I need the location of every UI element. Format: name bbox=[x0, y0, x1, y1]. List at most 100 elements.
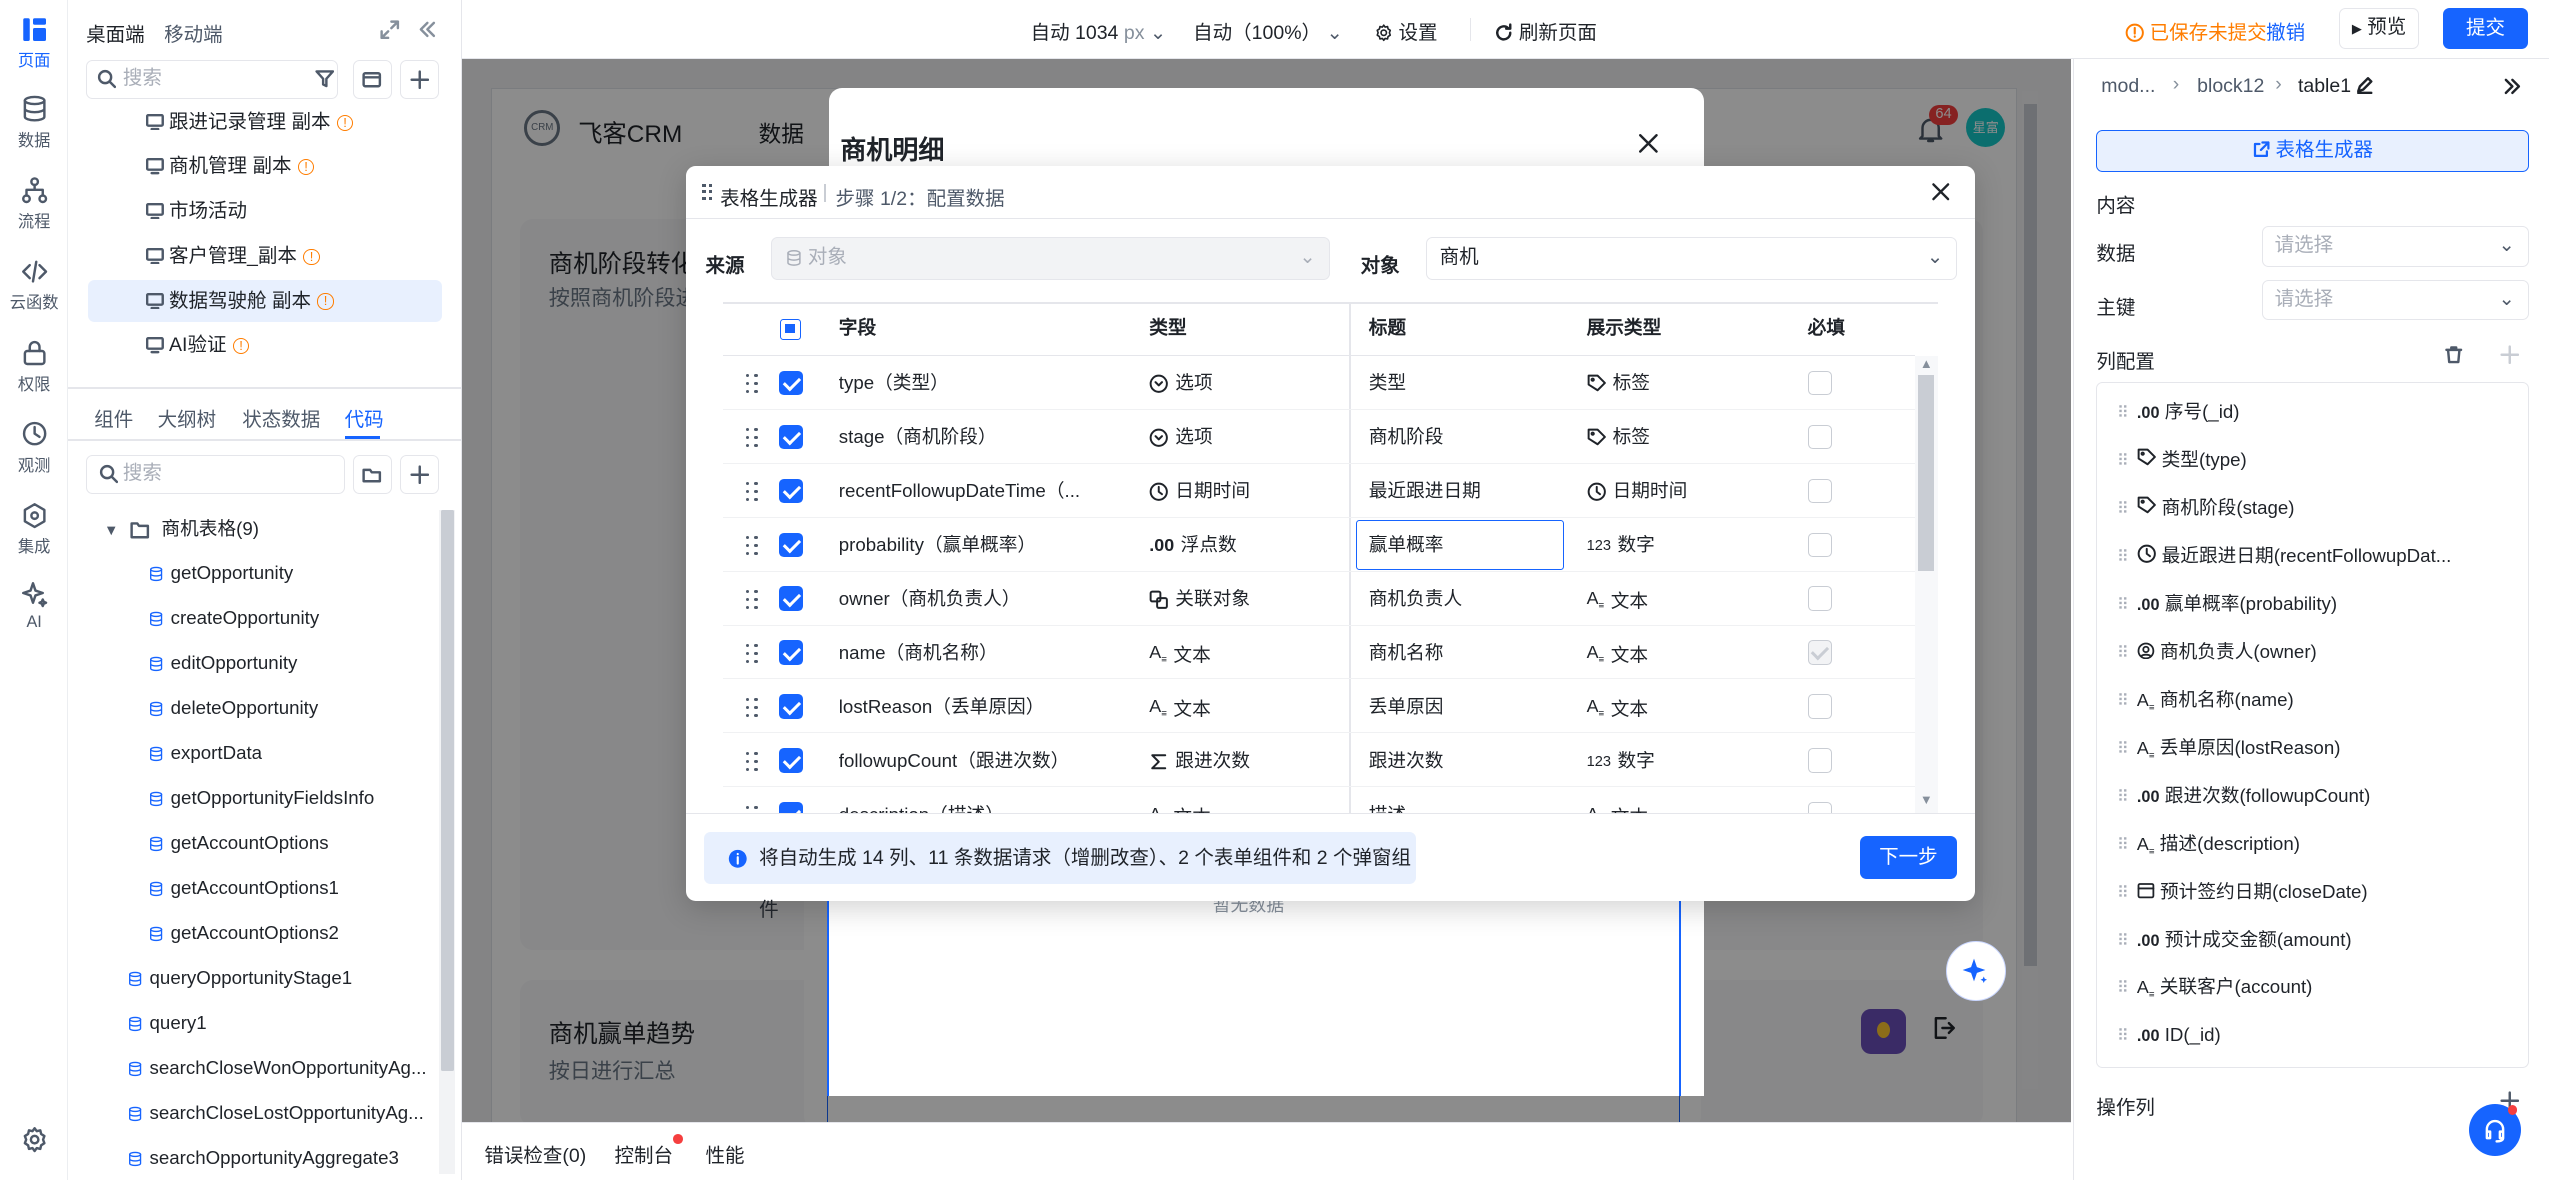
rail-item-observe[interactable]: 观测 bbox=[0, 419, 68, 476]
expand-icon[interactable] bbox=[380, 19, 400, 40]
title-cell[interactable]: 最近跟进日期 bbox=[1369, 464, 1481, 518]
breadcrumb-item[interactable]: block12 bbox=[2197, 75, 2264, 98]
tab-desktop[interactable]: 桌面端 bbox=[86, 18, 145, 47]
width-select[interactable]: 自动 1034 px ⌄ bbox=[1031, 16, 1167, 45]
preview-button[interactable]: ▶ 预览 bbox=[2339, 8, 2419, 49]
column-item[interactable]: ⠿ .00 跟进次数(followupCount) bbox=[2117, 780, 2370, 813]
api-item[interactable]: searchCloseLostOpportunityAg... bbox=[127, 1091, 424, 1135]
api-folder[interactable]: ▼ 商机表格(9) bbox=[104, 507, 259, 551]
display-cell[interactable]: A≡文本 bbox=[1587, 788, 1649, 813]
required-checkbox[interactable] bbox=[1807, 694, 1833, 719]
drag-handle-icon[interactable]: ⠿ bbox=[2117, 500, 2129, 518]
table-scrollbar[interactable]: ▲ ▼ bbox=[1914, 355, 1938, 813]
drag-handle-icon[interactable] bbox=[746, 589, 759, 610]
display-cell[interactable]: 标签 bbox=[1587, 356, 1650, 410]
source-select[interactable]: 对象 ⌄ bbox=[770, 237, 1330, 280]
row-checkbox[interactable] bbox=[778, 532, 804, 557]
drag-handle-icon[interactable]: ⠿ bbox=[2117, 979, 2129, 997]
page-item[interactable]: AI验证! bbox=[88, 324, 442, 366]
rail-settings[interactable] bbox=[0, 1125, 68, 1158]
tab-code[interactable]: 代码 bbox=[345, 403, 384, 432]
rail-item-page[interactable]: 页面 bbox=[0, 15, 68, 72]
rail-item-data[interactable]: 数据 bbox=[0, 94, 68, 151]
row-checkbox[interactable] bbox=[778, 640, 804, 665]
api-item[interactable]: getAccountOptions1 bbox=[148, 866, 339, 910]
required-checkbox[interactable] bbox=[1807, 478, 1833, 503]
drag-handle-icon[interactable]: ⠿ bbox=[2117, 596, 2129, 614]
performance-tab[interactable]: 性能 bbox=[705, 1139, 744, 1168]
filter-icon[interactable] bbox=[315, 69, 335, 89]
display-cell[interactable]: 标签 bbox=[1587, 410, 1650, 464]
column-item[interactable]: ⠿ .00 ID(_id) bbox=[2117, 1019, 2221, 1052]
close-icon[interactable] bbox=[1931, 182, 1951, 202]
close-icon[interactable] bbox=[1637, 132, 1660, 155]
display-cell[interactable]: A≡文本 bbox=[1587, 572, 1649, 626]
api-item[interactable]: queryOpportunityStage1 bbox=[127, 956, 352, 1000]
column-item[interactable]: ⠿ 商机负责人(owner) bbox=[2117, 636, 2317, 669]
select-all-checkbox[interactable] bbox=[780, 318, 802, 340]
title-cell[interactable]: 商机负责人 bbox=[1369, 572, 1462, 626]
drag-handle-icon[interactable]: ⠿ bbox=[2117, 884, 2129, 902]
page-item[interactable]: 跟进记录管理 副本! bbox=[88, 101, 442, 143]
rail-item-integration[interactable]: 集成 bbox=[0, 501, 68, 558]
drag-handle-icon[interactable]: ⠿ bbox=[2117, 932, 2129, 950]
display-cell[interactable]: A≡文本 bbox=[1587, 680, 1649, 734]
column-item[interactable]: ⠿ A≡ 描述(description) bbox=[2117, 828, 2300, 861]
drag-handle-icon[interactable] bbox=[746, 751, 759, 772]
api-item[interactable]: deleteOpportunity bbox=[148, 686, 318, 730]
page-group-button[interactable] bbox=[352, 60, 392, 100]
console-tab[interactable]: 控制台 bbox=[614, 1139, 673, 1168]
column-item[interactable]: ⠿ .00 预计成交金额(amount) bbox=[2117, 924, 2352, 957]
api-item[interactable]: exportData bbox=[148, 731, 262, 775]
drag-handle-icon[interactable] bbox=[746, 643, 759, 664]
drag-handle-icon[interactable] bbox=[702, 183, 712, 200]
page-item[interactable]: 客户管理_副本! bbox=[88, 235, 442, 277]
drag-handle-icon[interactable] bbox=[746, 427, 759, 448]
row-checkbox[interactable] bbox=[778, 694, 804, 719]
ai-assistant-button[interactable] bbox=[1945, 941, 2006, 1002]
add-folder-button[interactable] bbox=[352, 455, 392, 495]
tab-state[interactable]: 状态数据 bbox=[242, 403, 320, 432]
drag-handle-icon[interactable]: ⠿ bbox=[2117, 644, 2129, 662]
page-search-input[interactable]: 搜索 bbox=[86, 60, 339, 100]
next-step-button[interactable]: 下一步 bbox=[1859, 835, 1958, 880]
column-item[interactable]: ⠿ 商机阶段(stage) bbox=[2117, 492, 2295, 525]
column-item[interactable]: ⠿ 类型(type) bbox=[2117, 444, 2247, 477]
tab-outline[interactable]: 大纲树 bbox=[158, 403, 217, 432]
display-cell[interactable]: 123 数字 bbox=[1587, 734, 1655, 788]
add-page-button[interactable] bbox=[399, 60, 439, 100]
zoom-select[interactable]: 自动（100%） ⌄ bbox=[1193, 16, 1343, 45]
api-item[interactable]: query1 bbox=[127, 1001, 207, 1045]
tab-mobile[interactable]: 移动端 bbox=[164, 18, 223, 47]
required-checkbox[interactable] bbox=[1807, 802, 1833, 813]
rail-item-ai[interactable]: AI bbox=[0, 580, 68, 632]
required-checkbox[interactable] bbox=[1807, 370, 1833, 395]
collapse-icon[interactable] bbox=[416, 18, 439, 41]
column-item[interactable]: ⠿ .00 序号(_id) bbox=[2117, 396, 2240, 429]
table-generator-button[interactable]: 表格生成器 bbox=[2096, 130, 2529, 173]
drag-handle-icon[interactable]: ⠿ bbox=[2117, 836, 2129, 854]
title-cell[interactable]: 跟进次数 bbox=[1369, 734, 1444, 788]
column-item[interactable]: ⠿ .00 赢单概率(probability) bbox=[2117, 588, 2337, 621]
drag-handle-icon[interactable] bbox=[746, 535, 759, 556]
required-checkbox[interactable] bbox=[1807, 532, 1833, 557]
display-cell[interactable]: 日期时间 bbox=[1587, 464, 1687, 518]
api-item[interactable]: getOpportunity bbox=[148, 551, 293, 595]
drag-handle-icon[interactable]: ⠿ bbox=[2117, 740, 2129, 758]
api-item[interactable]: getAccountOptions bbox=[148, 821, 329, 865]
row-checkbox[interactable] bbox=[778, 748, 804, 773]
api-item[interactable]: getOpportunityFieldsInfo bbox=[148, 776, 374, 820]
add-api-button[interactable] bbox=[399, 455, 439, 495]
submit-button[interactable]: 提交 bbox=[2443, 8, 2528, 49]
refresh-button[interactable]: 刷新页面 bbox=[1494, 16, 1597, 45]
help-button[interactable] bbox=[2468, 1103, 2521, 1156]
trash-icon[interactable] bbox=[2444, 345, 2464, 365]
rail-item-permission[interactable]: 权限 bbox=[0, 338, 68, 395]
column-item[interactable]: ⠿ 最近跟进日期(recentFollowupDat... bbox=[2117, 540, 2451, 573]
page-item[interactable]: 市场活动 bbox=[88, 190, 442, 232]
plus-icon[interactable] bbox=[2499, 345, 2520, 365]
title-cell[interactable]: 类型 bbox=[1369, 356, 1406, 410]
api-item[interactable]: searchOpportunityAggregate3 bbox=[127, 1136, 399, 1180]
data-select[interactable]: 请选择 ⌄ bbox=[2262, 225, 2529, 267]
page-item[interactable]: 数据驾驶舱 副本! bbox=[87, 279, 443, 322]
